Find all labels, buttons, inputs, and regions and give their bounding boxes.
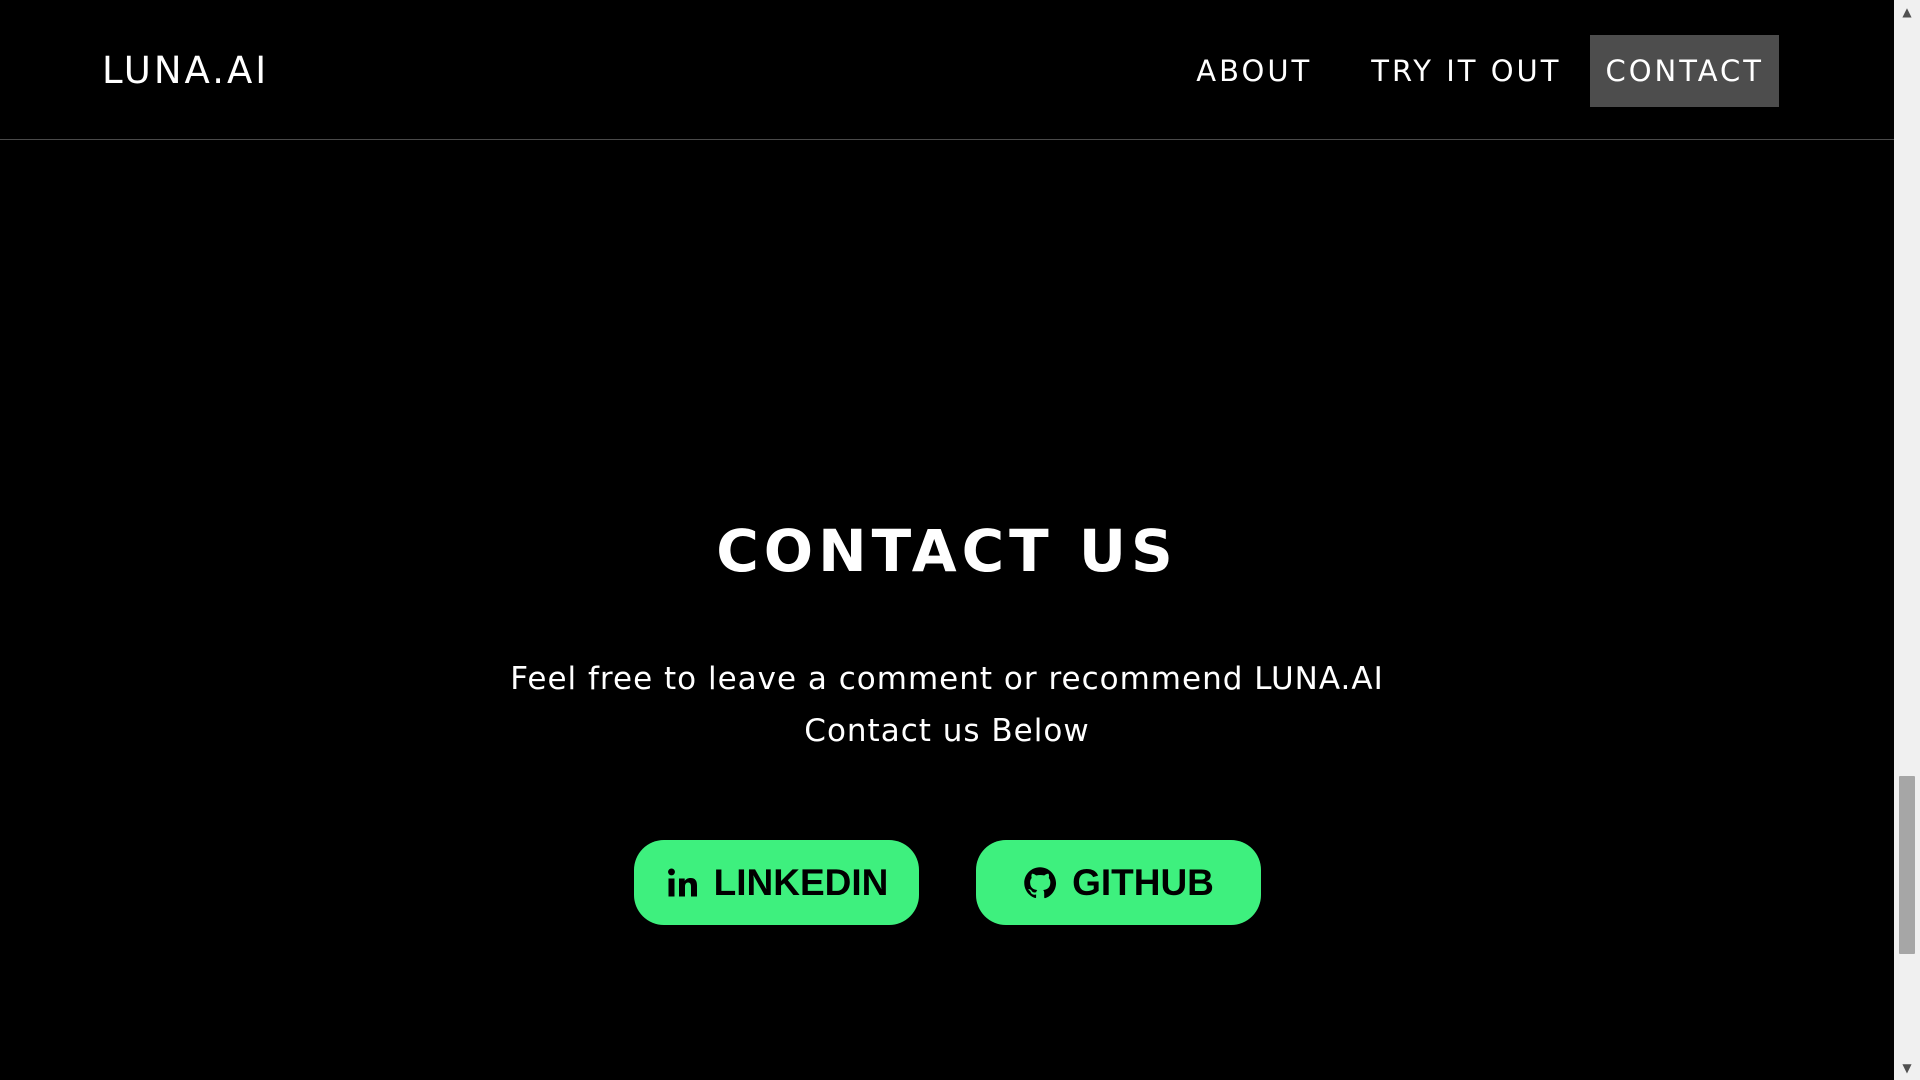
brand-logo[interactable]: LUNA.AI [102, 47, 269, 95]
nav-link-try-it-out[interactable]: TRY IT OUT [1356, 35, 1576, 107]
nav-link-contact[interactable]: CONTACT [1590, 35, 1779, 107]
navbar: LUNA.AI ABOUT TRY IT OUT CONTACT [0, 0, 1894, 140]
github-icon [1022, 865, 1058, 901]
contact-description: Feel free to leave a comment or recommen… [0, 653, 1894, 757]
nav-links: ABOUT TRY IT OUT CONTACT [1152, 35, 1779, 107]
github-button[interactable]: GITHUB [975, 840, 1261, 925]
scroll-down-arrow-icon[interactable]: ▼ [1894, 1058, 1920, 1078]
linkedin-icon [664, 865, 700, 901]
contact-text-line-2: Contact us Below [804, 713, 1090, 749]
scroll-up-arrow-icon[interactable]: ▲ [1894, 2, 1920, 22]
linkedin-label: LINKEDIN [713, 861, 889, 903]
contact-text-line-1: Feel free to leave a comment or recommen… [510, 661, 1384, 697]
linkedin-button[interactable]: LINKEDIN [633, 840, 919, 925]
vertical-scrollbar[interactable]: ▲ ▼ [1894, 0, 1920, 1080]
social-buttons: LINKEDIN GITHUB [0, 840, 1894, 925]
nav-link-about[interactable]: ABOUT [1181, 35, 1327, 107]
scroll-thumb[interactable] [1899, 776, 1915, 954]
contact-title: CONTACT US [716, 517, 1178, 585]
github-label: GITHUB [1072, 861, 1214, 903]
page: LUNA.AI ABOUT TRY IT OUT CONTACT CONTACT… [0, 0, 1920, 1080]
